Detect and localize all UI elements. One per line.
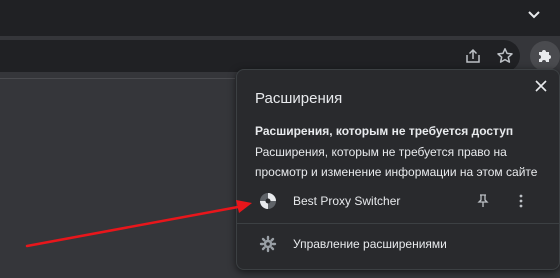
share-icon [466,48,480,63]
star-icon [497,48,513,63]
tab-search-button[interactable] [522,4,546,26]
address-bar[interactable] [0,40,520,72]
content-divider [0,78,235,79]
extensions-button[interactable] [530,41,560,71]
chevron-down-icon [528,11,540,19]
pin-icon [477,194,489,207]
section-heading: Расширения, которым не требуется доступ [255,124,514,138]
gear-icon [259,235,277,253]
section-description: Расширения, которым не требуется право н… [255,145,538,179]
title-bar [0,0,560,36]
manage-extensions-item[interactable]: Управление расширениями [237,230,559,258]
share-button[interactable] [460,43,486,69]
proxy-switcher-icon [260,193,276,209]
extensions-popup: Расширения Расширения, которым не требуе… [236,69,560,270]
popup-divider [237,223,559,224]
pin-button[interactable] [473,191,493,211]
extension-menu-button[interactable] [511,191,531,211]
more-vert-icon [519,194,523,208]
popup-title: Расширения [255,90,343,107]
close-icon [535,80,547,92]
bookmark-button[interactable] [492,43,518,69]
puzzle-icon [539,50,551,62]
manage-extensions-label: Управление расширениями [293,237,447,251]
extension-item[interactable]: Best Proxy Switcher [237,187,559,215]
extension-name: Best Proxy Switcher [293,194,401,208]
close-button[interactable] [531,76,551,96]
